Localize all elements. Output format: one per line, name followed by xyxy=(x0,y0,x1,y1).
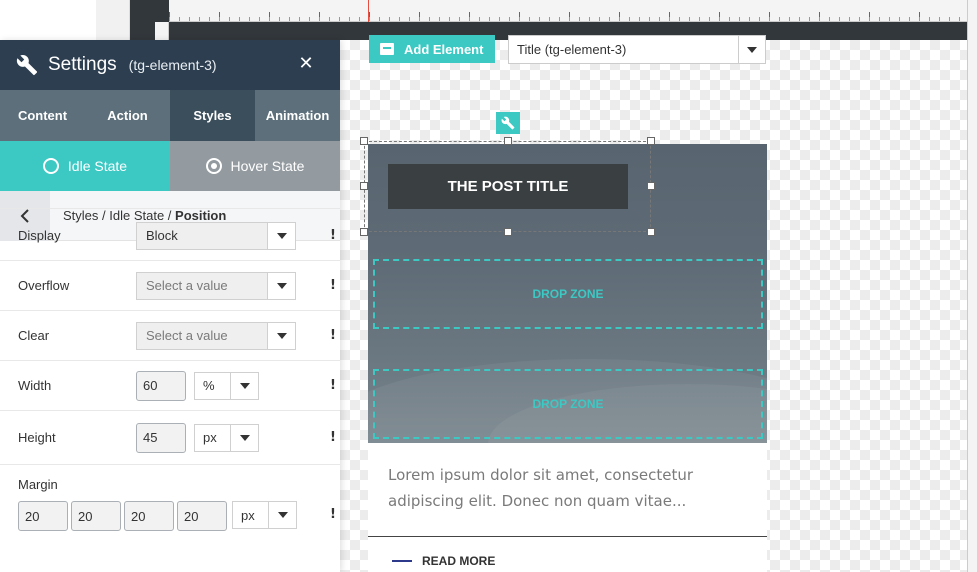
margin-right-input[interactable]: 20 xyxy=(71,501,121,531)
admin-backdrop-strip xyxy=(96,0,130,40)
overflow-placeholder: Select a value xyxy=(146,278,228,293)
height-unit-select[interactable]: px xyxy=(194,423,259,452)
overflow-row: Overflow Select a value ! xyxy=(0,261,340,311)
height-unit-value: px xyxy=(203,430,217,445)
state-switcher: Idle State Hover State xyxy=(0,141,340,191)
clear-label: Clear xyxy=(18,328,50,343)
add-element-label: Add Element xyxy=(404,41,484,57)
wrench-icon xyxy=(16,55,38,76)
idle-state-label: Idle State xyxy=(67,158,128,174)
caret-down-icon xyxy=(267,222,295,249)
close-icon[interactable]: ✕ xyxy=(296,54,316,74)
clear-select[interactable]: Select a value xyxy=(136,321,296,350)
caret-down-icon xyxy=(268,502,296,528)
important-toggle[interactable]: ! xyxy=(330,507,336,522)
clear-row: Clear Select a value ! xyxy=(0,311,340,361)
display-value: Block xyxy=(146,228,178,243)
important-toggle[interactable]: ! xyxy=(330,328,336,343)
caret-down-icon xyxy=(230,424,258,451)
overflow-label: Overflow xyxy=(18,278,70,293)
element-select[interactable]: Title (tg-element-3) xyxy=(508,35,766,64)
important-toggle[interactable]: ! xyxy=(330,278,336,293)
read-more-line xyxy=(392,560,412,562)
tab-animation[interactable]: Animation xyxy=(255,90,340,141)
settings-title: Settings xyxy=(48,54,117,75)
important-toggle[interactable]: ! xyxy=(330,228,336,243)
important-toggle[interactable]: ! xyxy=(330,378,336,393)
tab-styles[interactable]: Styles xyxy=(170,90,255,141)
card-preview: THE POST TITLE DROP ZONE DROP ZONE Lorem… xyxy=(368,144,767,572)
height-label: Height xyxy=(18,430,56,445)
vertical-ruler xyxy=(967,0,977,572)
display-label: Display xyxy=(18,228,61,243)
tab-content[interactable]: Content xyxy=(0,90,85,141)
height-row: Height 45 px ! xyxy=(0,411,340,465)
width-input[interactable]: 60 xyxy=(136,370,186,401)
admin-backdrop-white xyxy=(0,0,96,40)
wrench-icon xyxy=(501,116,515,130)
drop-zone[interactable]: DROP ZONE xyxy=(373,369,763,439)
width-row: Width 60 % ! xyxy=(0,361,340,411)
caret-down-icon xyxy=(267,272,295,299)
settings-element-id: (tg-element-3) xyxy=(128,57,217,73)
display-row: Display Block ! xyxy=(0,211,340,261)
position-properties: Display Block ! Overflow Select a value … xyxy=(0,208,340,532)
drop-zone[interactable]: DROP ZONE xyxy=(373,259,763,329)
margin-unit-value: px xyxy=(241,507,255,523)
post-title-element[interactable]: THE POST TITLE xyxy=(388,164,628,209)
tab-action[interactable]: Action xyxy=(85,90,170,141)
settings-header: Settings (tg-element-3) ✕ xyxy=(0,40,340,90)
margin-row: Margin 20 20 20 20 px ! xyxy=(0,465,340,532)
hover-state-radio-icon xyxy=(205,158,222,174)
idle-state-button[interactable]: Idle State xyxy=(0,141,170,191)
width-label: Width xyxy=(18,378,52,393)
margin-unit-select[interactable]: px xyxy=(232,501,297,529)
width-unit-select[interactable]: % xyxy=(194,371,259,400)
add-element-icon xyxy=(380,43,394,55)
margin-top-input[interactable]: 20 xyxy=(18,501,68,531)
important-toggle[interactable]: ! xyxy=(330,430,336,445)
horizontal-ruler xyxy=(169,0,967,22)
caret-down-icon xyxy=(738,36,765,63)
margin-inputs: 20 20 20 20 px xyxy=(18,501,297,531)
settings-tabs: Content Action Styles Animation xyxy=(0,90,340,141)
element-settings-button[interactable] xyxy=(496,112,520,134)
hover-state-label: Hover State xyxy=(230,158,305,174)
width-unit-value: % xyxy=(203,378,215,393)
element-select-value: Title (tg-element-3) xyxy=(517,42,627,57)
hover-state-button[interactable]: Hover State xyxy=(170,141,340,191)
idle-state-radio-icon xyxy=(42,158,59,174)
caret-down-icon xyxy=(267,322,295,349)
display-select[interactable]: Block xyxy=(136,221,296,250)
ruler-corner xyxy=(155,22,169,40)
height-input[interactable]: 45 xyxy=(136,422,186,453)
margin-label: Margin xyxy=(18,477,58,492)
read-more-link[interactable]: READ MORE xyxy=(392,554,495,568)
card-divider xyxy=(368,536,767,537)
ruler-marker xyxy=(368,0,369,22)
margin-bottom-input[interactable]: 20 xyxy=(124,501,174,531)
add-element-button[interactable]: Add Element xyxy=(369,35,495,63)
caret-down-icon xyxy=(230,372,258,399)
margin-left-input[interactable]: 20 xyxy=(177,501,227,531)
clear-placeholder: Select a value xyxy=(146,328,228,343)
overflow-select[interactable]: Select a value xyxy=(136,271,296,300)
card-excerpt[interactable]: Lorem ipsum dolor sit amet, consectetur … xyxy=(388,462,748,514)
read-more-label: READ MORE xyxy=(422,554,496,568)
card-media: THE POST TITLE DROP ZONE DROP ZONE xyxy=(368,144,767,443)
